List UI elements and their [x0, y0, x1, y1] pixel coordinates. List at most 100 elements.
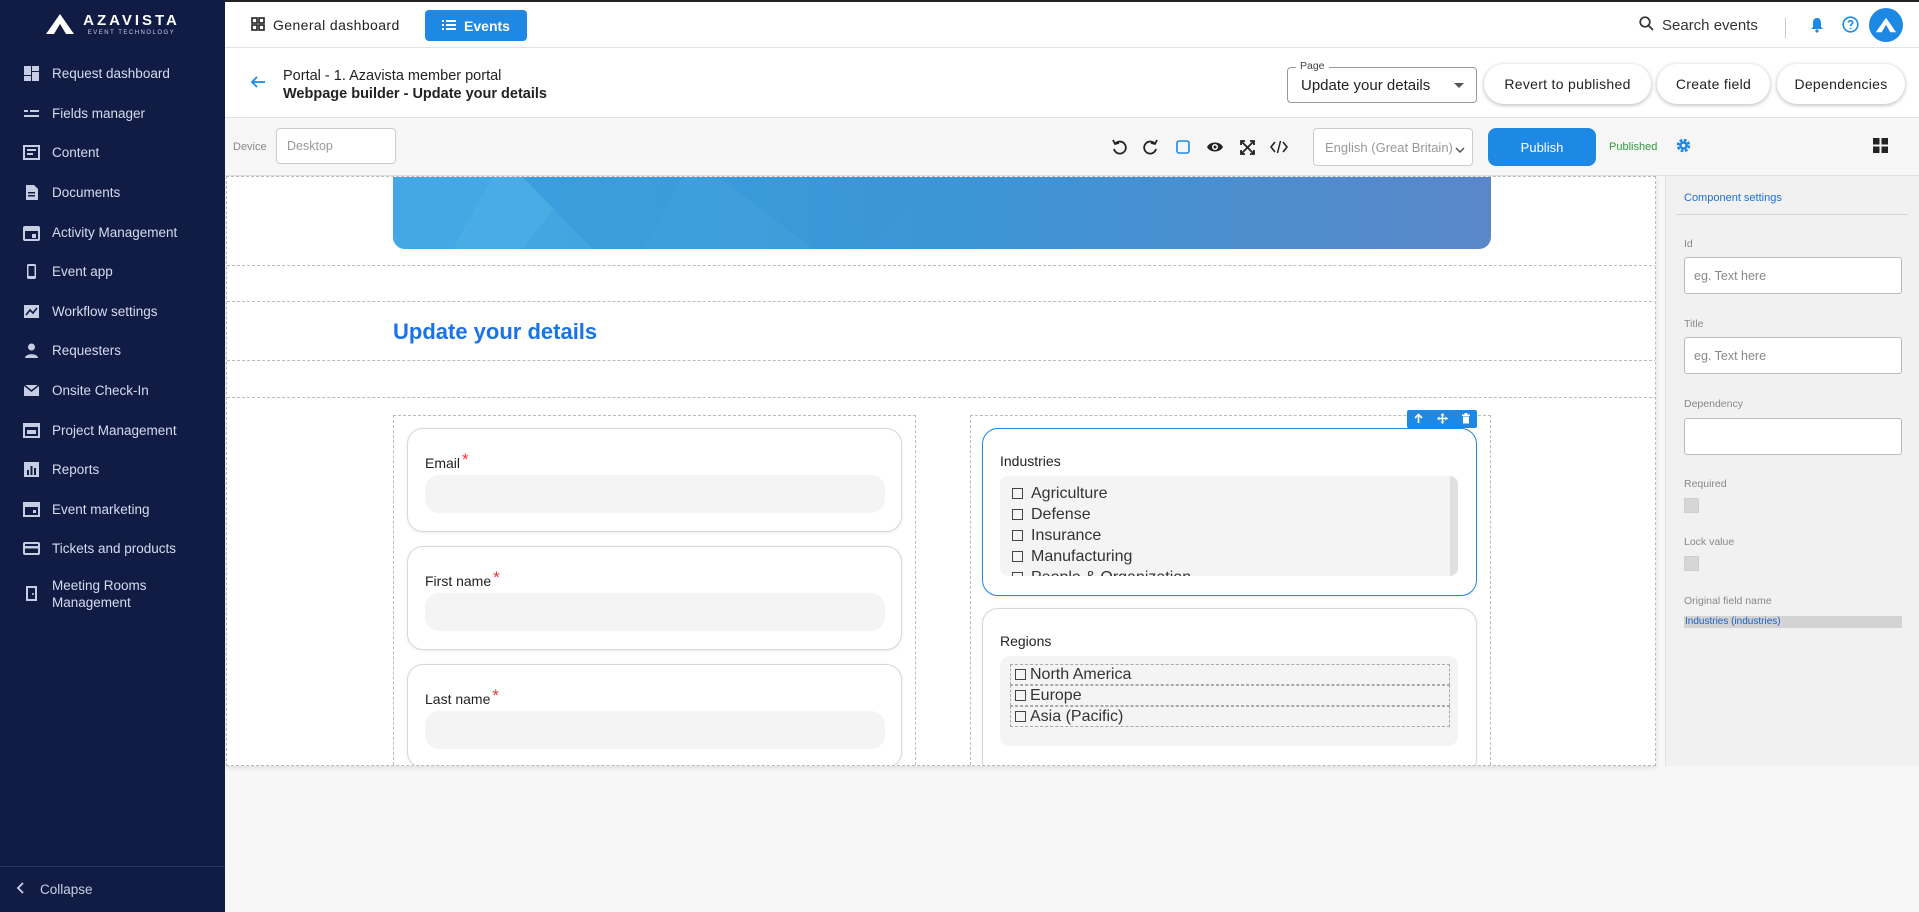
- back-arrow-icon[interactable]: [250, 75, 266, 92]
- id-label: Id: [1684, 238, 1693, 250]
- sidebar-item-fields-manager[interactable]: Fields manager: [0, 94, 225, 134]
- undo-icon[interactable]: [1109, 137, 1129, 157]
- arrow-up-icon[interactable]: [1413, 412, 1424, 427]
- component-toolbar: [1407, 410, 1477, 428]
- blocks-grid-icon[interactable]: [1873, 138, 1888, 156]
- checkbox[interactable]: [1012, 530, 1023, 541]
- builder-canvas[interactable]: Update your details Email * First name * L…: [226, 176, 1656, 766]
- sidebar-item-tickets-and-products[interactable]: Tickets and products: [0, 529, 225, 569]
- checkbox[interactable]: [1012, 551, 1023, 562]
- revert-to-published-button[interactable]: Revert to published: [1484, 64, 1651, 104]
- dependencies-button[interactable]: Dependencies: [1777, 64, 1905, 104]
- sidebar-item-event-app[interactable]: Event app: [0, 252, 225, 292]
- azavista-logo-icon: [46, 14, 75, 34]
- move-icon[interactable]: [1436, 412, 1448, 427]
- region-option[interactable]: Asia (Pacific): [1010, 706, 1450, 727]
- checkbox[interactable]: [1012, 488, 1023, 499]
- last-name-input[interactable]: [425, 711, 885, 749]
- sidebar-item-project-management[interactable]: Project Management: [0, 410, 225, 450]
- checkbox[interactable]: [1012, 509, 1023, 520]
- sidebar-nav: Request dashboard Fields manager Content…: [0, 54, 225, 619]
- dependency-input[interactable]: [1684, 418, 1902, 455]
- sidebar-item-workflow-settings[interactable]: Workflow settings: [0, 292, 225, 332]
- sidebar-item-reports[interactable]: Reports: [0, 450, 225, 490]
- industry-option[interactable]: Manufacturing: [1000, 546, 1458, 567]
- regions-list[interactable]: North America Europe Asia (Pacific): [1000, 656, 1458, 746]
- header-banner-image[interactable]: [393, 177, 1491, 249]
- original-field-name-value: Industries (industries): [1684, 616, 1902, 628]
- sidebar-item-label: Request dashboard: [52, 66, 170, 82]
- first-name-field-card[interactable]: First name *: [407, 546, 902, 650]
- email-input[interactable]: [425, 475, 885, 513]
- sidebar-item-meeting-rooms-management[interactable]: Meeting Rooms Management: [0, 569, 225, 619]
- sidebar-item-requesters[interactable]: Requesters: [0, 331, 225, 371]
- sidebar-item-label: Tickets and products: [52, 541, 177, 557]
- checkbox[interactable]: [1015, 690, 1026, 701]
- publish-button[interactable]: Publish: [1488, 128, 1596, 166]
- device-select[interactable]: Desktop: [276, 128, 396, 164]
- preview-eye-icon[interactable]: [1205, 137, 1225, 157]
- sidebar-item-request-dashboard[interactable]: Request dashboard: [0, 54, 225, 94]
- general-dashboard-tab[interactable]: General dashboard: [241, 10, 410, 40]
- outline-toggle-icon[interactable]: [1173, 137, 1193, 157]
- marketing-icon: [22, 500, 40, 518]
- page-select[interactable]: Page Update your details: [1287, 60, 1477, 103]
- sidebar-item-event-marketing[interactable]: Event marketing: [0, 490, 225, 530]
- create-field-button[interactable]: Create field: [1657, 64, 1770, 104]
- region-option[interactable]: Europe: [1010, 685, 1450, 706]
- mail-icon: [22, 382, 40, 400]
- sidebar-item-activity-management[interactable]: Activity Management: [0, 212, 225, 252]
- trash-icon[interactable]: [1461, 412, 1471, 427]
- industries-listbox[interactable]: Agriculture Defense Insurance Manufactur…: [1000, 476, 1458, 576]
- azavista-avatar-icon: [1875, 17, 1897, 33]
- help-icon[interactable]: [1842, 16, 1859, 36]
- bell-icon[interactable]: [1810, 17, 1824, 36]
- sidebar-item-label: Event marketing: [52, 501, 150, 517]
- list-icon: [442, 18, 457, 34]
- lock-value-checkbox[interactable]: [1684, 556, 1699, 571]
- search-events[interactable]: Search events: [1639, 16, 1758, 35]
- first-name-input[interactable]: [425, 593, 885, 631]
- checkbox[interactable]: [1015, 711, 1026, 722]
- device-label: Device: [233, 141, 267, 153]
- required-checkbox[interactable]: [1684, 498, 1699, 513]
- events-tab[interactable]: Events: [425, 10, 527, 41]
- last-name-field-card[interactable]: Last name *: [407, 664, 902, 765]
- fullscreen-icon[interactable]: [1237, 137, 1257, 157]
- code-icon[interactable]: [1269, 137, 1289, 157]
- gear-icon[interactable]: [1675, 137, 1692, 157]
- industry-option[interactable]: Insurance: [1000, 525, 1458, 546]
- email-field-card[interactable]: Email *: [407, 428, 902, 532]
- industry-option[interactable]: People & Organization: [1000, 567, 1458, 576]
- redo-icon[interactable]: [1141, 137, 1161, 157]
- collapse-button[interactable]: Collapse: [0, 866, 225, 912]
- brand-logo[interactable]: AZAVISTA EVENT TECHNOLOGY: [0, 0, 225, 48]
- checkbox[interactable]: [1012, 572, 1023, 576]
- component-settings-panel: Component settings Id eg. Text here Titl…: [1665, 176, 1919, 766]
- region-option[interactable]: North America: [1010, 664, 1450, 685]
- checkbox[interactable]: [1015, 669, 1026, 680]
- sidebar-item-label: Project Management: [52, 422, 177, 438]
- industry-option[interactable]: Agriculture: [1000, 483, 1458, 504]
- sidebar-item-content[interactable]: Content: [0, 133, 225, 173]
- language-select[interactable]: English (Great Britain): [1313, 128, 1473, 166]
- general-dashboard-label: General dashboard: [273, 17, 400, 33]
- project-icon: [22, 421, 40, 439]
- breadcrumb[interactable]: Portal - 1. Azavista member portal: [283, 68, 501, 84]
- section-divider: [227, 301, 1655, 302]
- title-input[interactable]: eg. Text here: [1684, 337, 1902, 374]
- component-settings-tab[interactable]: Component settings: [1684, 192, 1782, 204]
- regions-field-card[interactable]: Regions North America Europe Asia (Pacif…: [982, 608, 1477, 765]
- id-input[interactable]: eg. Text here: [1684, 257, 1902, 294]
- sidebar-item-onsite-check-in[interactable]: Onsite Check-In: [0, 371, 225, 411]
- section-divider: [227, 397, 1655, 398]
- page-title[interactable]: Update your details: [393, 319, 597, 345]
- avatar[interactable]: [1869, 8, 1903, 42]
- sidebar-item-documents[interactable]: Documents: [0, 173, 225, 213]
- scrollbar[interactable]: [1450, 476, 1458, 576]
- industry-option[interactable]: Defense: [1000, 504, 1458, 525]
- title-label: Title: [1684, 318, 1704, 330]
- chevron-left-icon: [16, 882, 26, 897]
- top-bar: General dashboard Events Search events: [225, 0, 1919, 48]
- industries-field-card[interactable]: Industries Agriculture Defense Insurance…: [982, 428, 1477, 596]
